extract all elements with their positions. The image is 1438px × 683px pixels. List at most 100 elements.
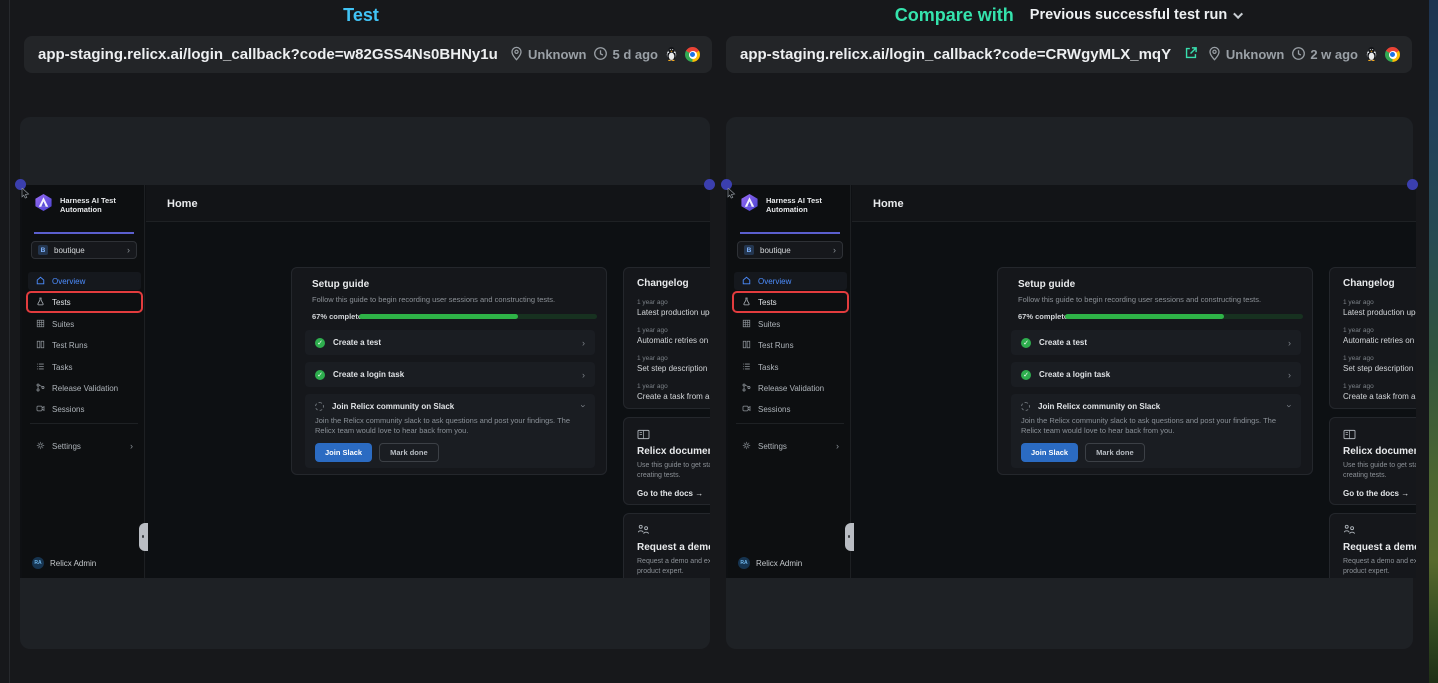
harness-logo-icon [34, 193, 53, 217]
chevron-down-icon: › [1285, 405, 1295, 408]
sidebar-item-release-validation: Release Validation [734, 379, 847, 397]
step-create-a-test: Create a test › [1011, 330, 1301, 355]
check-circle-icon [315, 338, 325, 348]
people-icon [1343, 523, 1356, 541]
page-title: Home [873, 198, 904, 210]
external-link-icon[interactable] [1184, 46, 1198, 63]
compare-with-heading: Compare with [895, 5, 1014, 26]
setup-guide-description: Follow this guide to begin recording use… [312, 295, 555, 304]
test-heading: Test [343, 5, 379, 26]
mouse-cursor-icon [21, 186, 30, 204]
docs-title: Relicx documentation [637, 446, 710, 457]
sidebar-item-settings: Settings › [28, 437, 141, 455]
app-sidebar: Harness AI Test Automation B boutique › … [22, 185, 145, 578]
sidebar-divider [30, 423, 138, 424]
harness-logo-icon [740, 193, 759, 217]
changelog-entry: 1 year ago Latest production update [1343, 299, 1416, 317]
page-title: Home [167, 198, 198, 210]
chevron-right-icon: › [582, 370, 585, 380]
user-footer: RA Relicx Admin [32, 557, 96, 569]
project-selector: B boutique › [31, 241, 137, 259]
clock-icon [1291, 46, 1306, 64]
compare-with-panel: Compare with Previous successful test ru… [722, 0, 1416, 683]
request-demo-card: Request a demo Request a demo and explor… [1329, 513, 1416, 578]
linux-penguin-icon [1365, 46, 1378, 64]
chevron-right-icon: › [127, 246, 130, 255]
branch-check-icon [742, 383, 751, 394]
demo-title: Request a demo [637, 542, 710, 553]
mark-done-button: Mark done [1085, 443, 1145, 462]
handle-dot-icon [1407, 179, 1418, 190]
app-content: Setup guide Follow this guide to begin r… [146, 222, 710, 578]
progress-fill [359, 314, 518, 319]
brand-name: Harness AI Test Automation [60, 196, 116, 215]
changelog-entry: 1 year ago Set step description [1343, 355, 1413, 373]
project-badge: B [38, 245, 48, 255]
compare-run-dropdown[interactable]: Previous successful test run [1030, 7, 1243, 23]
home-icon [742, 276, 751, 287]
current-test-header: Test [10, 0, 712, 30]
sidebar-divider [736, 423, 844, 424]
go-to-docs-link: Go to the docs → [637, 489, 703, 498]
go-to-docs-link: Go to the docs → [1343, 489, 1409, 498]
demo-description: Request a demo and explore Relicx's capa… [1343, 557, 1416, 576]
age-meta: 5 d ago [593, 46, 658, 64]
list-icon [742, 362, 751, 373]
changelog-title: Changelog [637, 278, 689, 289]
app-page-header: Home [852, 185, 1416, 222]
sidebar-item-suites: Suites [734, 315, 847, 333]
gear-icon [36, 441, 45, 452]
chevron-right-icon: › [582, 338, 585, 348]
background-image-sliver [1429, 0, 1438, 683]
clock-icon [593, 46, 608, 64]
columns-icon [742, 340, 751, 351]
progress-bar [1065, 314, 1303, 319]
chevron-down-icon [1233, 9, 1243, 19]
video-icon [36, 404, 45, 415]
empty-circle-icon [315, 402, 324, 411]
current-test-url-bar: app-staging.relicx.ai/login_callback?cod… [24, 36, 712, 73]
setup-guide-title: Setup guide [1018, 279, 1075, 290]
current-test-panel: Test app-staging.relicx.ai/login_callbac… [10, 0, 712, 683]
sidebar-item-overview: Overview [28, 272, 141, 290]
sidebar-item-overview: Overview [734, 272, 847, 290]
avatar: RA [738, 557, 750, 569]
changelog-entry: 1 year ago Create a task from a test [637, 383, 710, 401]
user-footer: RA Relicx Admin [738, 557, 802, 569]
sidebar-item-test-runs: Test Runs [28, 336, 141, 354]
changelog-entry: 1 year ago Automatic retries on test fai… [637, 327, 710, 345]
avatar: RA [32, 557, 44, 569]
changelog-card: Changelog 1 year ago Latest production u… [623, 267, 710, 409]
chevron-right-icon: › [1288, 338, 1291, 348]
chevron-right-icon: › [1288, 370, 1291, 380]
docs-description: Use this guide to get started recording … [637, 461, 710, 480]
user-name: Relicx Admin [756, 559, 802, 568]
current-test-screenshot-card: Harness AI Test Automation B boutique › … [20, 117, 710, 649]
check-circle-icon [1021, 370, 1031, 380]
compare-test-url-bar: app-staging.relicx.ai/login_callback?cod… [726, 36, 1412, 73]
location-meta: Unknown [1207, 46, 1285, 64]
flask-icon [742, 297, 751, 308]
grid-icon [742, 319, 751, 330]
compare-with-header: Compare with Previous successful test ru… [722, 0, 1416, 30]
home-icon [36, 276, 45, 287]
sidebar-item-settings: Settings › [734, 437, 847, 455]
changelog-entry: 1 year ago Latest production update [637, 299, 710, 317]
handle-dot-icon [704, 179, 715, 190]
captured-app-screenshot: Harness AI Test Automation B boutique › … [20, 185, 710, 578]
slack-step-description: Join the Relicx community slack to ask q… [305, 411, 593, 436]
join-slack-button: Join Slack [315, 443, 372, 462]
project-selector: B boutique › [737, 241, 843, 259]
docs-description: Use this guide to get started recording … [1343, 461, 1416, 480]
setup-guide-card: Setup guide Follow this guide to begin r… [291, 267, 607, 475]
setup-guide-description: Follow this guide to begin recording use… [1018, 295, 1261, 304]
mouse-cursor-icon [727, 186, 736, 204]
compare-test-screenshot-card: Harness AI Test Automation B boutique › … [726, 117, 1413, 649]
request-demo-card: Request a demo Request a demo and explor… [623, 513, 710, 578]
chevron-down-icon: › [579, 405, 589, 408]
changelog-card: Changelog 1 year ago Latest production u… [1329, 267, 1416, 409]
step-create-a-login-task: Create a login task › [1011, 362, 1301, 387]
progress-label: 67% complete [1018, 312, 1068, 321]
join-slack-button: Join Slack [1021, 443, 1078, 462]
brand-name: Harness AI Test Automation [766, 196, 822, 215]
